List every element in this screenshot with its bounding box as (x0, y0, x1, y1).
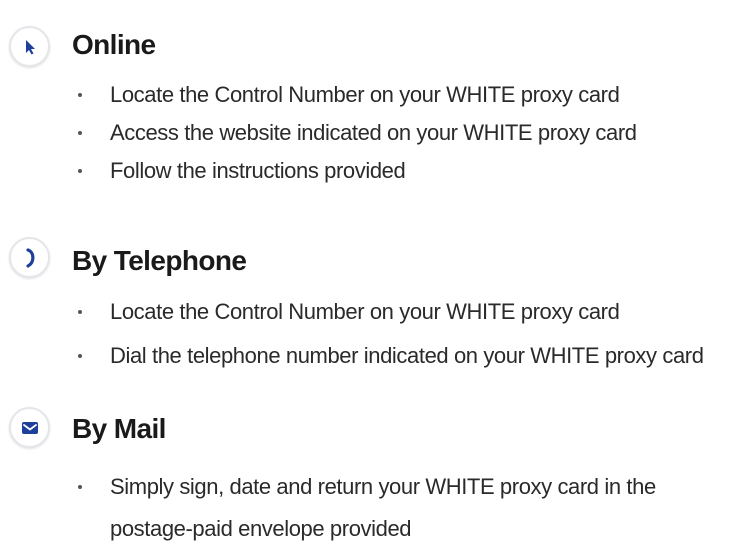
bullet-dot (78, 169, 82, 173)
list-item: Simply sign, date and return your WHITE … (0, 466, 710, 550)
list-item-text: Locate the Control Number on your WHITE … (110, 299, 620, 324)
bullet-dot (78, 310, 82, 314)
telephone-steps-list: Locate the Control Number on your WHITE … (0, 293, 704, 375)
list-item: Locate the Control Number on your WHITE … (0, 293, 704, 331)
list-item-text: Access the website indicated on your WHI… (110, 120, 637, 145)
list-item: Locate the Control Number on your WHITE … (0, 76, 637, 114)
mail-steps-list: Simply sign, date and return your WHITE … (0, 466, 710, 550)
list-item-text: Follow the instructions provided (110, 158, 406, 183)
list-item: Follow the instructions provided (0, 152, 637, 190)
bullet-dot (78, 485, 82, 489)
mail-heading: By Mail (72, 413, 166, 444)
telephone-heading: By Telephone (72, 245, 247, 276)
list-item: Dial the telephone number indicated on y… (0, 337, 704, 375)
envelope-icon (9, 407, 50, 448)
bullet-dot (78, 354, 82, 358)
list-item-text: Dial the telephone number indicated on y… (110, 343, 704, 368)
list-item: Access the website indicated on your WHI… (0, 114, 637, 152)
cursor-arrow-icon (9, 26, 50, 67)
online-steps-list: Locate the Control Number on your WHITE … (0, 76, 637, 190)
list-item-text: Locate the Control Number on your WHITE … (110, 82, 620, 107)
bullet-dot (78, 131, 82, 135)
online-heading: Online (72, 29, 156, 60)
list-item-text: Simply sign, date and return your WHITE … (110, 474, 656, 541)
telephone-handset-icon (9, 237, 50, 278)
bullet-dot (78, 93, 82, 97)
